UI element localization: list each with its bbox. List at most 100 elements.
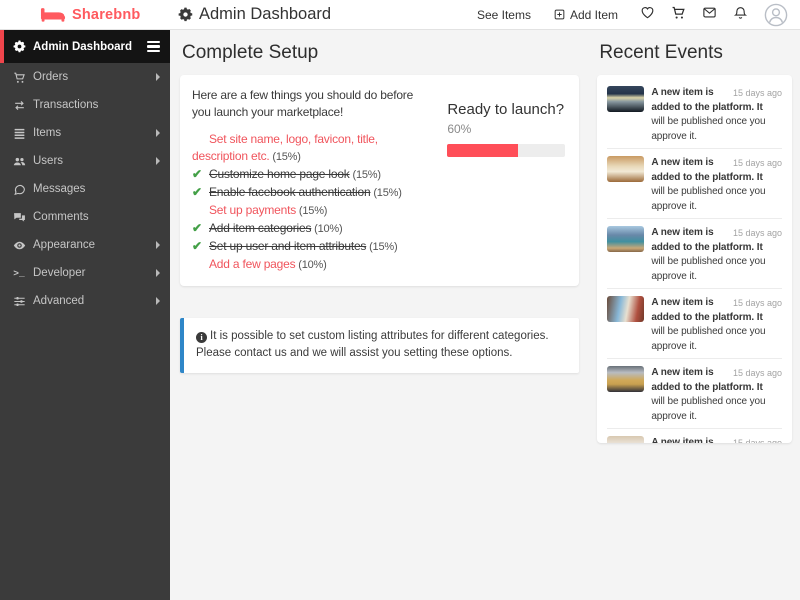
brand-logo[interactable]: Sharebnb [0,6,170,23]
sidebar-item-label: Items [33,127,62,139]
event-thumbnail [607,366,645,392]
bed-icon [40,8,66,22]
checklist-item[interactable]: ✔ Add item categories (10%) [192,220,433,238]
section-title-recent-events: Recent Events [599,42,723,63]
progress-bar [447,144,566,157]
comments-icon [12,210,26,224]
setup-column: Complete Setup Here are a few things you… [180,38,580,600]
event-item[interactable]: 15 days agoA new item is added to the pl… [607,288,782,358]
sliders-icon [12,294,26,308]
chevron-right-icon [156,241,160,249]
checklist-item[interactable]: ✔ Enable facebook authentication (15%) [192,184,433,202]
sidebar-item-transactions[interactable]: Transactions [0,91,170,119]
checklist-label[interactable]: Set up user and item attributes [209,239,366,253]
envelope-icon[interactable] [702,5,717,20]
checklist-item[interactable]: Add a few pages (10%) [192,256,433,274]
event-item[interactable]: 15 days agoA new item is added to the pl… [607,358,782,428]
checklist-label[interactable]: Add item categories [209,221,311,235]
checklist-percent: (10%) [295,258,327,271]
event-item[interactable]: 15 days agoA new item is added to the pl… [607,218,782,288]
sidebar-item-label: Users [33,155,64,167]
sidebar-item-items[interactable]: Items [0,119,170,147]
chevron-right-icon [156,73,160,81]
checklist-label[interactable]: Add a few pages [209,257,296,271]
sidebar-item-label: Messages [33,183,86,195]
cart-icon[interactable] [671,5,686,20]
sidebar-item-label: Orders [33,71,69,83]
sidebar-item-admin-dashboard[interactable]: Admin Dashboard [0,30,170,63]
event-timestamp: 15 days ago [732,158,782,168]
heart-icon[interactable] [640,5,655,20]
checklist-percent: (10%) [311,222,343,235]
check-icon: ✔ [192,238,202,253]
checklist-percent: (15%) [370,186,402,199]
event-timestamp: 15 days ago [732,88,782,98]
checklist-item[interactable]: Set site name, logo, favicon, title, des… [192,131,433,166]
event-item[interactable]: 15 days agoA new item is added to the pl… [607,79,782,148]
setup-intro: Here are a few things you should do befo… [192,88,414,119]
gear-icon [12,40,26,54]
swap-icon [12,98,26,112]
topbar-icons [640,5,764,25]
list-icon [12,126,26,140]
terminal-icon: >_ [13,267,25,279]
event-thumbnail [607,296,645,322]
event-thumbnail [607,86,645,112]
events-column: Recent Events 15 days ago A new item is a… [597,38,792,600]
checklist-label[interactable]: Customize home page look [209,167,350,181]
event-timestamp: 15 days ago [732,438,782,443]
setup-checklist: Set site name, logo, favicon, title, des… [192,131,433,274]
sidebar-item-label: Developer [33,267,86,279]
event-thumbnail [607,436,645,443]
event-thumbnail [607,226,645,252]
sidebar-item-comments[interactable]: Comments [0,203,170,231]
check-icon: ✔ [192,166,202,181]
event-body: will be published once you approve it. [651,256,766,282]
main-content: Complete Setup Here are a few things you… [170,30,800,600]
progress-heading: Ready to launch? [447,101,565,118]
events-card: 15 days ago A new item is added to the pl… [597,75,792,443]
sidebar-item-developer[interactable]: >_ Developer [0,259,170,287]
menu-icon[interactable] [147,40,160,53]
info-note: i It is possible to set custom listing at… [180,317,580,374]
event-body: will be published once you approve it. [651,326,766,352]
sidebar-item-orders[interactable]: Orders [0,63,170,91]
checklist-percent: (15%) [269,150,301,163]
event-item[interactable]: 15 days agoA new item is added to the pl… [607,428,782,443]
sidebar-item-label: Transactions [33,99,99,111]
sidebar-item-appearance[interactable]: Appearance [0,231,170,259]
sidebar-item-messages[interactable]: Messages [0,175,170,203]
event-content: 15 days agoA new item is added to the pl… [651,226,782,284]
sidebar-item-users[interactable]: Users [0,147,170,175]
brand-name: Sharebnb [72,6,141,23]
event-body: will be published once you approve it. [651,396,766,422]
add-item-button[interactable]: Add Item [553,8,618,22]
sidebar-item-advanced[interactable]: Advanced [0,287,170,315]
bell-icon[interactable] [733,5,748,20]
avatar[interactable] [764,3,788,27]
check-icon: ✔ [192,184,202,199]
checklist-item[interactable]: ✔ Set up user and item attributes (15%) [192,238,433,256]
topbar-right: See Items Add Item [477,3,800,27]
event-content: 15 days agoA new item is added to the pl… [651,156,782,214]
event-content: 15 days agoA new item is added to the pl… [651,296,782,354]
checklist-label[interactable]: Enable facebook authentication [209,185,371,199]
progress-value: 60% [447,122,472,136]
event-timestamp: 15 days ago [732,298,782,308]
event-timestamp: 15 days ago [732,228,782,238]
user-avatar-icon [764,3,788,26]
event-item[interactable]: 15 days agoA new item is added to the pl… [607,148,782,218]
checklist-item[interactable]: ✔ Customize home page look (15%) [192,166,433,184]
event-timestamp: 15 days ago [732,368,782,378]
topbar: Sharebnb Admin Dashboard See Items Add I… [0,0,800,30]
sidebar-item-label: Comments [33,211,89,223]
page-title-text: Admin Dashboard [199,5,332,23]
info-icon: i [196,332,207,343]
checklist-item[interactable]: Set up payments (15%) [192,202,433,220]
checklist-label[interactable]: Set up payments [209,203,296,217]
checklist-percent: (15%) [296,204,328,217]
event-body: will be published once you approve it. [651,186,766,212]
checklist-percent: (15%) [366,240,398,253]
see-items-link[interactable]: See Items [477,8,531,22]
chevron-right-icon [156,269,160,277]
